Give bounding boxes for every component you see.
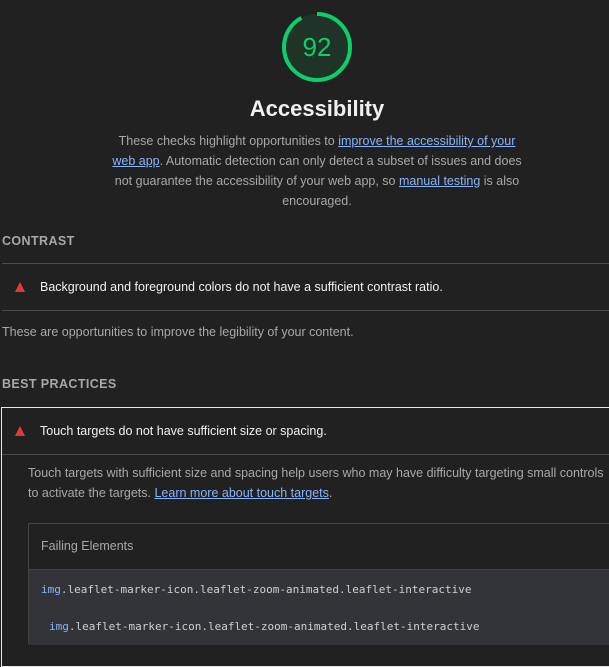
category-title: Accessibility bbox=[249, 96, 385, 121]
table-row: img.leaflet-marker-icon.leaflet-zoom-ani… bbox=[49, 620, 480, 633]
group-title-contrast: CONTRAST bbox=[2, 234, 75, 248]
failing-elements-table: Failing Elements img.leaflet-marker-icon… bbox=[28, 523, 609, 645]
divider bbox=[2, 310, 609, 311]
audit-title: Touch targets do not have sufficient siz… bbox=[40, 424, 327, 438]
divider bbox=[2, 263, 609, 264]
group-description: These are opportunities to improve the l… bbox=[2, 325, 354, 339]
audit-description: Touch targets with sufficient size and s… bbox=[28, 466, 604, 500]
category-description: These checks highlight opportunities to … bbox=[112, 134, 522, 208]
fail-triangle-icon bbox=[15, 426, 25, 436]
score-value: 92 bbox=[302, 32, 332, 62]
table-row: img.leaflet-marker-icon.leaflet-zoom-ani… bbox=[41, 583, 472, 596]
audit-tap-targets[interactable]: Touch targets do not have sufficient siz… bbox=[0, 420, 609, 442]
fail-triangle-icon bbox=[15, 282, 25, 292]
table-header: Failing Elements bbox=[29, 524, 609, 570]
manual-testing-link[interactable]: manual testing bbox=[399, 174, 480, 188]
audit-color-contrast[interactable]: Background and foreground colors do not … bbox=[0, 276, 609, 298]
divider bbox=[2, 454, 609, 455]
learn-more-touch-targets-link[interactable]: Learn more about touch targets bbox=[154, 486, 328, 500]
group-title-best-practices: BEST PRACTICES bbox=[2, 377, 117, 391]
audit-title: Background and foreground colors do not … bbox=[40, 280, 443, 294]
